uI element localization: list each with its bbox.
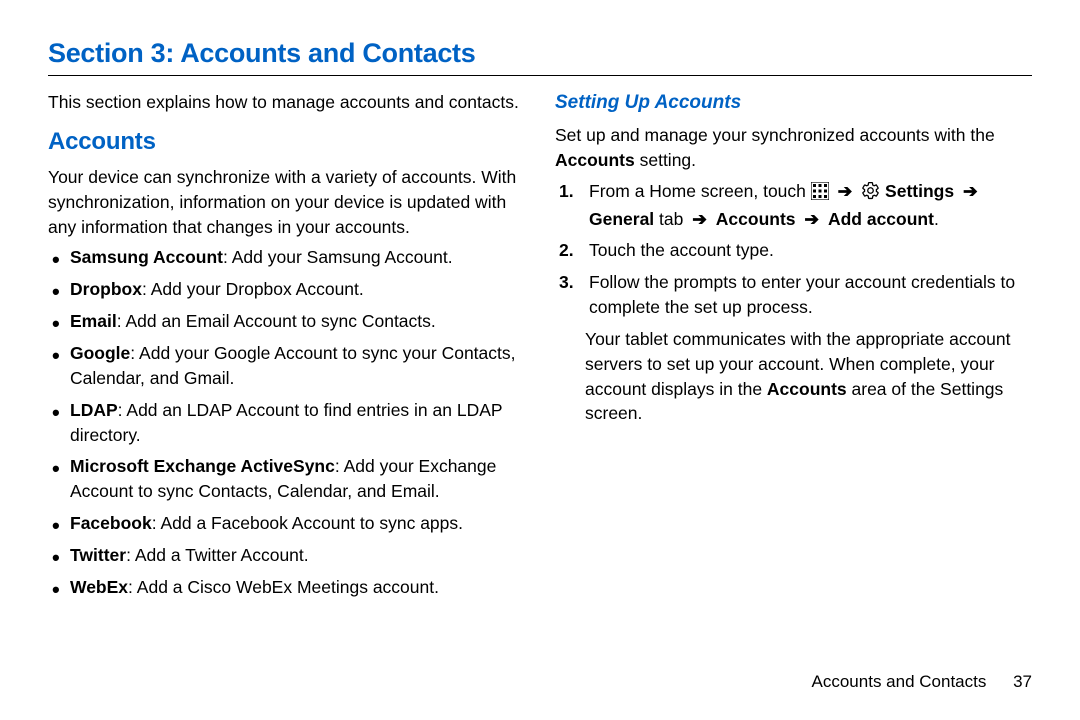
accounts-description: Your device can synchronize with a varie… [48,165,525,240]
footer-section-label: Accounts and Contacts [812,672,987,691]
right-column: Setting Up Accounts Set up and manage yo… [555,90,1032,607]
arrow-icon: ➔ [963,179,978,204]
arrow-icon: ➔ [838,179,853,204]
intro-text: This section explains how to manage acco… [48,90,525,115]
list-item: WebEx: Add a Cisco WebEx Meetings accoun… [52,575,525,600]
setting-up-heading: Setting Up Accounts [555,90,1032,117]
list-item: Facebook: Add a Facebook Account to sync… [52,511,525,536]
two-column-layout: This section explains how to manage acco… [48,90,1032,607]
step-1: From a Home screen, touch ➔ Settings ➔ G… [559,179,1032,232]
list-item: LDAP: Add an LDAP Account to find entrie… [52,398,525,448]
arrow-icon: ➔ [804,207,819,232]
list-item: Google: Add your Google Account to sync … [52,341,525,391]
completion-note: Your tablet communicates with the approp… [555,327,1032,426]
step-2: Touch the account type. [559,238,1032,263]
page-footer: Accounts and Contacts 37 [812,672,1032,692]
list-item: Dropbox: Add your Dropbox Account. [52,277,525,302]
page-number: 37 [1013,672,1032,691]
arrow-icon: ➔ [692,207,707,232]
left-column: This section explains how to manage acco… [48,90,525,607]
list-item: Samsung Account: Add your Samsung Accoun… [52,245,525,270]
accounts-heading: Accounts [48,125,525,159]
list-item: Microsoft Exchange ActiveSync: Add your … [52,454,525,504]
apps-grid-icon [811,182,829,207]
account-types-list: Samsung Account: Add your Samsung Accoun… [48,245,525,599]
section-title: Section 3: Accounts and Contacts [48,38,1032,69]
list-item: Twitter: Add a Twitter Account. [52,543,525,568]
step-3: Follow the prompts to enter your account… [559,270,1032,320]
list-item: Email: Add an Email Account to sync Cont… [52,309,525,334]
setup-steps: From a Home screen, touch ➔ Settings ➔ G… [555,179,1032,320]
settings-gear-icon [861,181,880,207]
section-divider [48,75,1032,76]
setup-description: Set up and manage your synchronized acco… [555,123,1032,173]
